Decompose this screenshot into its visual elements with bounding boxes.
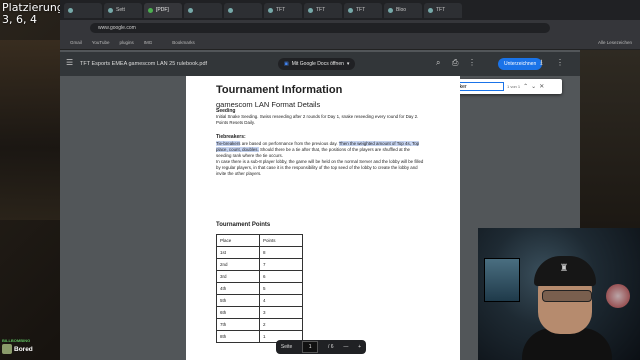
tiebreakers-heading: Tiebreakers:	[216, 134, 246, 140]
table-header-cell: Points	[259, 234, 303, 247]
zoom-in-button[interactable]: +	[358, 344, 361, 350]
address-bar[interactable]: www.google.com	[90, 23, 550, 33]
text-run: are based on performance from the previo…	[240, 141, 339, 146]
browser-tab[interactable]	[224, 2, 262, 18]
table-cell: 1st	[216, 246, 260, 259]
tab-favicon-icon	[188, 7, 193, 13]
pdf-toolbar: ☰ TFT Esports EMEA gamescom LAN 25 ruleb…	[60, 52, 580, 76]
browser-tab[interactable]: TFT	[344, 2, 382, 18]
sign-button[interactable]: Unterzeichnen	[498, 58, 543, 70]
browser-tab[interactable]: TFT	[264, 2, 302, 18]
table-cell: 6	[259, 270, 303, 283]
seeding-text: Initial Snake Seeding. Swiss reseeding a…	[216, 114, 419, 125]
background-scenery-right	[580, 50, 640, 228]
table-row: 1st 8	[216, 246, 303, 259]
browser-tab[interactable]	[64, 2, 102, 18]
open-with-google-docs-button[interactable]: ▣ Mit Google Docs öffnen ▾	[278, 58, 356, 70]
document-title: Tournament Information	[216, 84, 343, 96]
bookmark-item[interactable]: Bookmarks	[172, 40, 195, 45]
table-row: 5th 4	[216, 294, 303, 307]
table-header-cell: Place	[216, 234, 260, 247]
pdf-document-title: TFT Esports EMEA gamescom LAN 25 ruleboo…	[80, 61, 208, 67]
table-row: 4th 5	[216, 282, 303, 295]
close-icon[interactable]: ✕	[539, 83, 544, 90]
all-bookmarks-link[interactable]: Alle Lesezeichen	[598, 40, 632, 45]
table-cell: 7th	[216, 318, 260, 331]
table-cell: 8	[259, 246, 303, 259]
table-cell: 6th	[216, 306, 260, 319]
search-icon[interactable]: ⌕	[436, 59, 440, 67]
page-total: / 6	[327, 344, 334, 350]
tiebreakers-text: Tie-breakers are based on performance fr…	[216, 141, 426, 177]
table-row: 3rd 6	[216, 270, 303, 283]
browser-tab[interactable]: Bloo	[384, 2, 422, 18]
tab-favicon-icon	[268, 7, 273, 13]
table-cell: 3	[259, 306, 303, 319]
bookmark-item[interactable]: Gmail	[70, 40, 82, 45]
table-cell: 2nd	[216, 258, 260, 271]
chat-badge-label: BILLBOMBING	[2, 338, 31, 343]
browser-tab-strip: Sett [PDF] TFT TFT TFT Bloo TFT	[60, 0, 640, 20]
cap-logo-icon: ♜	[559, 263, 569, 274]
emote-icon	[2, 344, 12, 354]
background-scenery-left	[0, 40, 60, 220]
find-next-icon[interactable]: ⌄	[531, 83, 536, 90]
table-row: 2nd 7	[216, 258, 303, 271]
webcam-feed: ♜	[478, 228, 640, 360]
tab-favicon-icon	[388, 7, 393, 13]
table-cell: 4	[259, 294, 303, 307]
browser-tab[interactable]: Sett	[104, 2, 142, 18]
find-match-count: 1 von 1	[507, 84, 521, 89]
browser-tab[interactable]: TFT	[424, 2, 462, 18]
print-icon[interactable]: ⎙	[452, 59, 458, 67]
find-previous-icon[interactable]: ⌃	[523, 83, 528, 90]
pdf-page: Tournament Information gamescom LAN Form…	[186, 76, 460, 360]
browser-tab[interactable]	[184, 2, 222, 18]
pdf-page-controls: Seite / 6 — +	[276, 340, 366, 354]
table-row: 6th 3	[216, 306, 303, 319]
search-highlight: Tie-breakers	[216, 141, 241, 146]
chat-text: Bored	[14, 346, 33, 353]
zoom-out-button[interactable]: —	[343, 344, 348, 350]
page-number-input[interactable]	[302, 341, 319, 353]
table-cell: 5th	[216, 294, 260, 307]
table-cell: 7	[259, 258, 303, 271]
table-cell: 5	[259, 282, 303, 295]
tab-favicon-icon	[108, 7, 113, 13]
chevron-down-icon: ▾	[346, 61, 350, 67]
table-row: 7th 2	[216, 318, 303, 331]
table-cell: 8th	[216, 330, 260, 343]
tab-favicon-icon	[308, 7, 313, 13]
download-icon[interactable]: ⭳	[540, 59, 543, 67]
background-monitor	[484, 258, 520, 302]
google-docs-icon: ▣	[284, 61, 289, 67]
menu-icon[interactable]: ☰	[66, 59, 73, 67]
browser-tab-active[interactable]: [PDF]	[144, 2, 182, 18]
tab-favicon-icon	[148, 7, 153, 13]
tab-favicon-icon	[68, 7, 73, 13]
table-cell: 2	[259, 318, 303, 331]
bookmarks-bar: Gmail YouTube plugins IMG Bookmarks Alle…	[60, 36, 640, 50]
browser-tab[interactable]: TFT	[304, 2, 342, 18]
tab-favicon-icon	[348, 7, 353, 13]
bookmark-item[interactable]: YouTube	[92, 40, 110, 45]
more-options-icon[interactable]: ⋮	[556, 59, 564, 67]
tournament-points-heading: Tournament Points	[216, 222, 271, 228]
more-icon[interactable]: ⋮	[468, 59, 476, 67]
bookmark-item[interactable]: plugins	[119, 40, 133, 45]
tab-favicon-icon	[428, 7, 433, 13]
bookmark-item[interactable]: IMG	[144, 40, 153, 45]
chat-message: BILLBOMBING Bored	[2, 338, 62, 358]
background-decoration	[606, 284, 630, 308]
tournament-points-table: Place Points 1st 8 2nd 7 3rd 6 4th 5 5th 4 6t…	[216, 234, 303, 343]
page-label: Seite	[280, 344, 293, 350]
address-bar-row: www.google.com	[60, 20, 640, 36]
table-cell: 3rd	[216, 270, 260, 283]
text-run: In case there is a sub-8 player lobby, t…	[216, 159, 424, 176]
table-header-row: Place Points	[216, 234, 303, 247]
table-cell: 4th	[216, 282, 260, 295]
streamer-glasses	[542, 290, 592, 302]
tab-favicon-icon	[228, 7, 233, 13]
